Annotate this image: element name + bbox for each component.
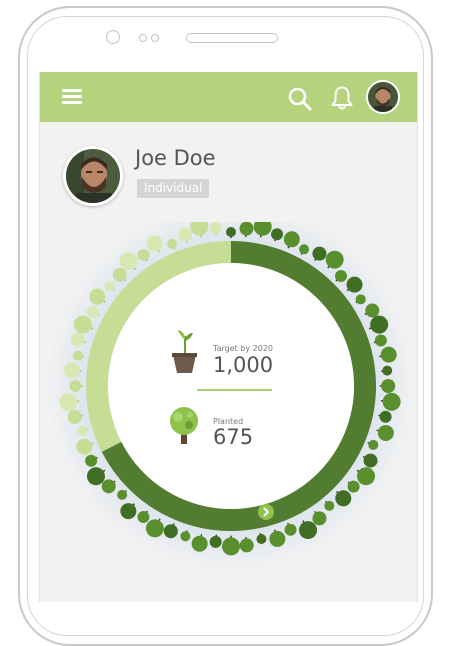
bell-icon[interactable] (330, 85, 354, 111)
border-tree (112, 267, 127, 282)
border-tree (355, 294, 366, 305)
profile-avatar (63, 146, 123, 206)
user-type-badge: Individual (137, 179, 210, 198)
border-tree (325, 250, 344, 269)
border-tree (137, 510, 150, 524)
border-tree (117, 489, 128, 500)
border-tree (119, 252, 138, 271)
speaker-grille (186, 33, 278, 43)
border-tree (312, 510, 327, 526)
sensor-left (139, 34, 147, 42)
border-tree (86, 467, 106, 486)
planted-detail-button[interactable] (258, 504, 274, 520)
user-name: Joe Doe (135, 146, 216, 170)
front-camera (106, 30, 120, 44)
border-tree (346, 276, 363, 293)
border-tree (312, 246, 327, 262)
avatar-photo (368, 82, 398, 112)
border-tree (356, 467, 376, 486)
border-tree (324, 500, 335, 511)
ring-center (108, 263, 354, 509)
phone-top-bar (0, 0, 451, 70)
border-tree (89, 288, 106, 305)
app-bar (40, 72, 417, 122)
border-tree (335, 269, 348, 282)
sensor-right (151, 34, 159, 42)
avatar-photo (66, 149, 120, 203)
chevron-right-icon (263, 507, 269, 517)
progress-ring (46, 201, 416, 571)
border-tree (335, 490, 352, 507)
border-tree (101, 479, 116, 494)
menu-icon[interactable] (62, 89, 82, 105)
border-tree (120, 503, 137, 520)
border-tree (104, 281, 115, 292)
border-tree (137, 248, 150, 262)
border-tree (347, 480, 360, 493)
user-avatar-button[interactable] (366, 80, 400, 114)
progress-chart: Target by 2020 1,000 Planted 675 (40, 201, 417, 602)
app-screen: Joe Doe Individual Target by 2020 1,000 … (39, 72, 418, 602)
search-icon[interactable] (287, 86, 313, 112)
